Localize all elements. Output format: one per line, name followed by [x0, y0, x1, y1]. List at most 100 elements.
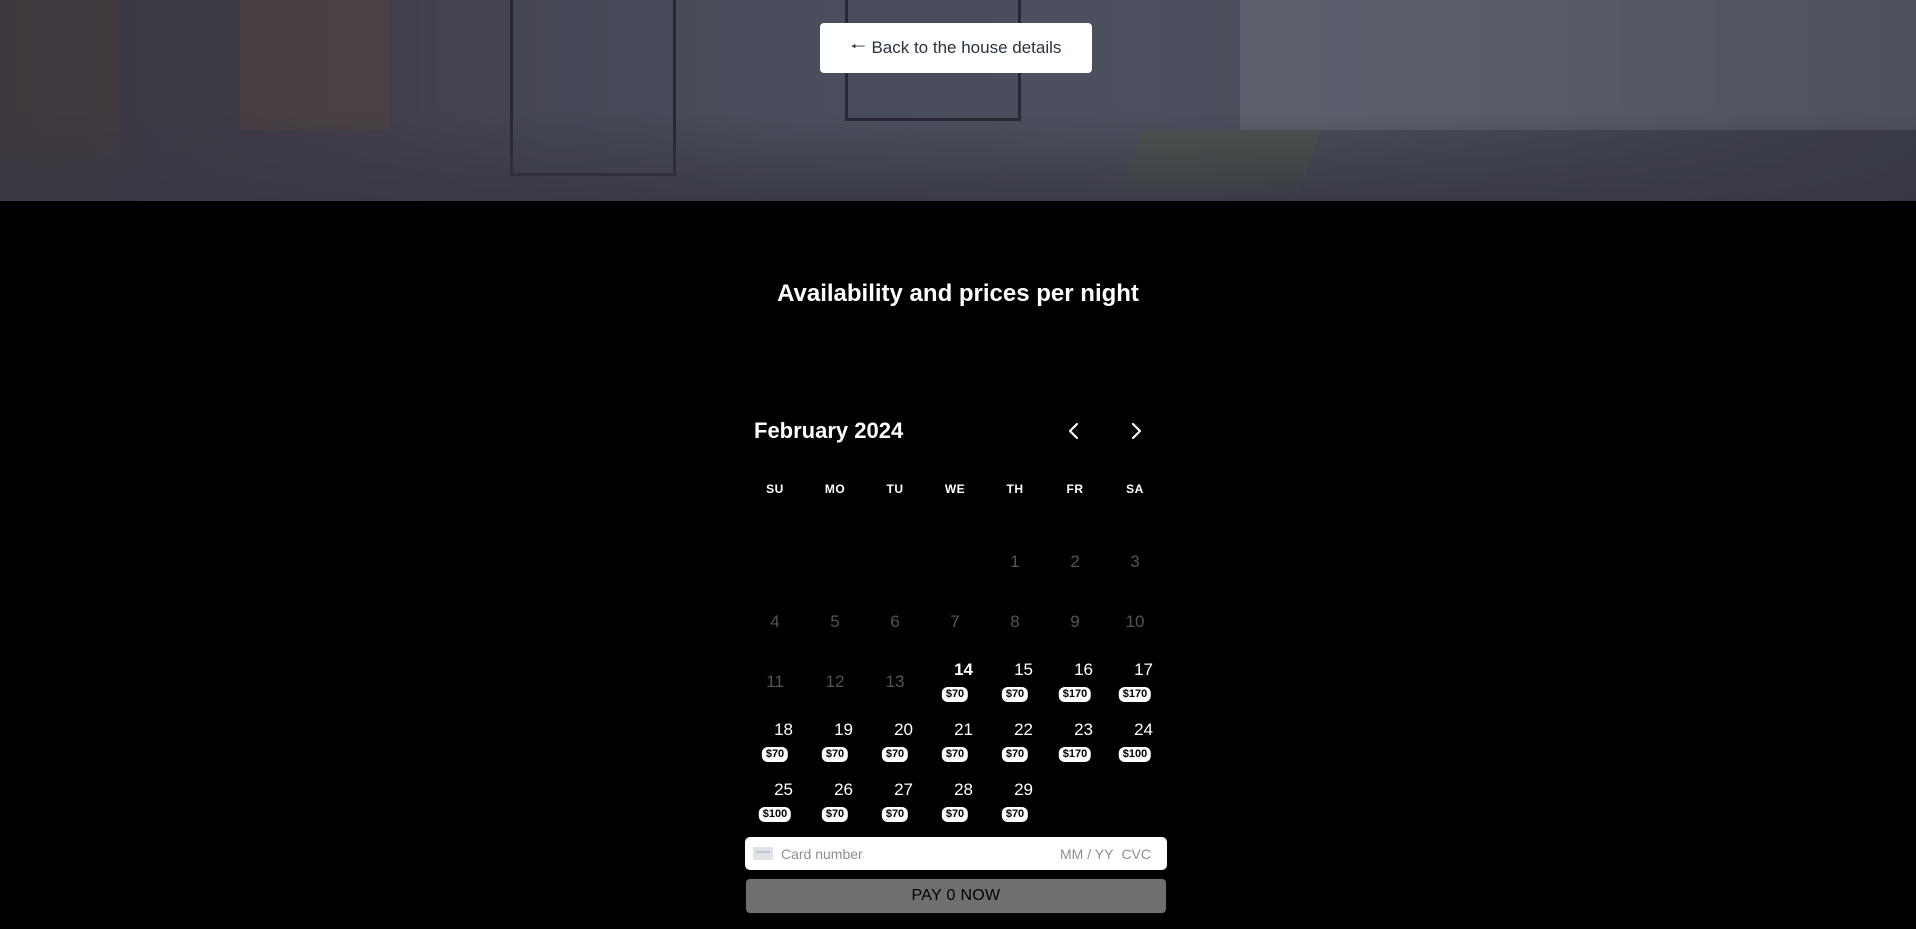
- day-cell-disabled: 12: [805, 650, 865, 710]
- availability-title: Availability and prices per night: [777, 280, 1139, 307]
- weekday-row: SU MO TU WE TH FR SA: [745, 482, 1170, 496]
- day-cell-disabled: 2: [1045, 530, 1105, 590]
- card-input[interactable]: Card number MM / YY CVC: [745, 837, 1167, 870]
- day-number: 20: [894, 720, 913, 739]
- day-number: 26: [834, 780, 853, 799]
- day-number: 8: [1010, 612, 1020, 631]
- day-cell-disabled: 4: [745, 590, 805, 650]
- price-badge: $170: [1058, 687, 1092, 702]
- day-number: 5: [830, 612, 840, 631]
- pay-now-button[interactable]: PAY 0 NOW: [746, 879, 1166, 913]
- day-cell[interactable]: 25 $100: [745, 770, 805, 830]
- day-number: 27: [894, 780, 913, 799]
- calendar: February 2024 SU MO TU WE TH FR SA 12345…: [745, 410, 1170, 822]
- day-cell-disabled: 10: [1105, 590, 1165, 650]
- back-button-label: Back to the house details: [871, 38, 1062, 57]
- day-cell[interactable]: 24 $100: [1105, 710, 1165, 770]
- day-cell-disabled: 13: [865, 650, 925, 710]
- day-cell[interactable]: 27 $70: [865, 770, 925, 830]
- day-cell-disabled: 8: [985, 590, 1045, 650]
- day-number: 18: [774, 720, 793, 739]
- day-empty: [925, 530, 985, 590]
- price-badge: $70: [1001, 747, 1029, 762]
- price-badge: $100: [1118, 747, 1152, 762]
- price-badge: $70: [941, 807, 969, 822]
- day-number: 13: [885, 672, 905, 691]
- price-badge: $170: [1058, 747, 1092, 762]
- hero-image: 🠐 Back to the house details: [0, 0, 1916, 201]
- day-number: 21: [954, 720, 973, 739]
- day-cell[interactable]: 20 $70: [865, 710, 925, 770]
- day-number: 3: [1130, 552, 1140, 571]
- weekday-label: TU: [886, 482, 904, 496]
- day-number: 10: [1125, 612, 1145, 631]
- day-number: 19: [834, 720, 853, 739]
- weekday-label: TH: [1006, 482, 1024, 496]
- day-number: 14: [954, 660, 973, 679]
- day-number: 12: [825, 672, 845, 691]
- day-empty: [745, 530, 805, 590]
- price-badge: $70: [761, 747, 789, 762]
- price-badge: $70: [881, 747, 909, 762]
- day-cell[interactable]: 28 $70: [925, 770, 985, 830]
- day-cell[interactable]: 23 $170: [1045, 710, 1105, 770]
- calendar-header: February 2024: [745, 410, 1170, 452]
- chevron-left-icon: [1068, 422, 1079, 440]
- month-label: February 2024: [754, 418, 904, 443]
- day-number: 1: [1010, 552, 1020, 571]
- day-cell[interactable]: 15 $70: [985, 650, 1045, 710]
- back-to-house-button[interactable]: 🠐 Back to the house details: [820, 23, 1092, 73]
- card-cvc-field[interactable]: CVC: [1121, 846, 1151, 862]
- weekday-label: FR: [1066, 482, 1084, 496]
- weekday-label: MO: [824, 482, 846, 496]
- day-number: 15: [1014, 660, 1033, 679]
- day-cell[interactable]: 18 $70: [745, 710, 805, 770]
- day-number: 11: [766, 672, 784, 691]
- day-number: 28: [954, 780, 973, 799]
- price-badge: $70: [1001, 687, 1029, 702]
- day-cell[interactable]: 26 $70: [805, 770, 865, 830]
- price-badge: $170: [1118, 687, 1152, 702]
- weekday-label: SA: [1126, 482, 1144, 496]
- price-badge: $100: [758, 807, 792, 822]
- day-number: 9: [1070, 612, 1080, 631]
- day-cell[interactable]: 14 $70: [925, 650, 985, 710]
- card-expiry-field[interactable]: MM / YY: [1060, 846, 1113, 862]
- day-number: 22: [1014, 720, 1033, 739]
- prev-month-button[interactable]: [1059, 416, 1089, 446]
- credit-card-icon: [753, 847, 773, 860]
- day-cell-disabled: 9: [1045, 590, 1105, 650]
- day-cell[interactable]: 21 $70: [925, 710, 985, 770]
- price-badge: $70: [941, 687, 969, 702]
- day-number: 7: [950, 612, 960, 631]
- price-badge: $70: [941, 747, 969, 762]
- day-number: 25: [774, 780, 793, 799]
- day-cell-disabled: 1: [985, 530, 1045, 590]
- day-cell[interactable]: 29 $70: [985, 770, 1045, 830]
- day-number: 16: [1074, 660, 1093, 679]
- next-month-button[interactable]: [1121, 416, 1151, 446]
- arrow-left-icon: 🠐: [850, 36, 866, 56]
- day-number: 23: [1074, 720, 1093, 739]
- day-cell[interactable]: 22 $70: [985, 710, 1045, 770]
- day-number: 29: [1014, 780, 1033, 799]
- weekday-label: WE: [944, 482, 966, 496]
- day-cell-disabled: 3: [1105, 530, 1165, 590]
- day-cell[interactable]: 17 $170: [1105, 650, 1165, 710]
- weekday-label: SU: [766, 482, 784, 496]
- day-cell-disabled: 6: [865, 590, 925, 650]
- day-cell-disabled: 11: [745, 650, 805, 710]
- price-badge: $70: [881, 807, 909, 822]
- day-empty: [865, 530, 925, 590]
- day-grid: 1 2 3 4 5 6 7 8 9 10 11 12 13 14 $70 15 $70 16 $170 17 $170 1…: [745, 530, 1170, 830]
- day-cell-disabled: 5: [805, 590, 865, 650]
- day-cell[interactable]: 16 $170: [1045, 650, 1105, 710]
- price-badge: $70: [1001, 807, 1029, 822]
- price-badge: $70: [821, 807, 849, 822]
- day-number: 4: [770, 612, 780, 631]
- day-cell[interactable]: 19 $70: [805, 710, 865, 770]
- day-cell-disabled: 7: [925, 590, 985, 650]
- day-number: 17: [1134, 660, 1153, 679]
- card-number-field[interactable]: Card number: [781, 846, 1060, 862]
- day-number: 24: [1134, 720, 1153, 739]
